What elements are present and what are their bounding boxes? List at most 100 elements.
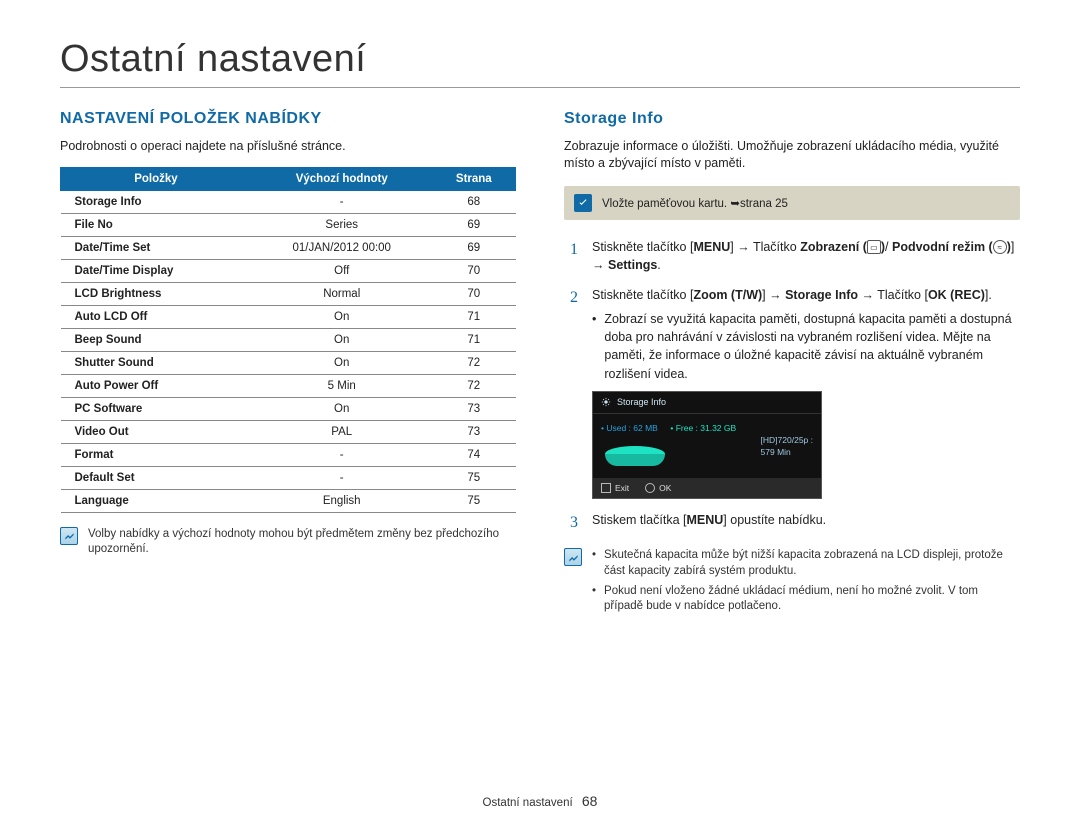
ok-key-icon	[645, 483, 655, 493]
cell-page: 69	[432, 236, 515, 259]
menu-key-icon	[601, 483, 611, 493]
t: Zoom (T/W)	[693, 288, 762, 302]
table-row: Date/Time Set01/JAN/2012 00:0069	[61, 236, 516, 259]
cell-default: -	[251, 443, 432, 466]
note-item: Pokud není vloženo žádné ukládací médium…	[592, 584, 1020, 615]
t: MENU	[686, 513, 723, 527]
t: → Tlačítko [	[858, 288, 928, 302]
cell-default: 01/JAN/2012 00:00	[251, 236, 432, 259]
cell-page: 75	[432, 489, 515, 512]
note-item: Skutečná kapacita může být nižší kapacit…	[592, 548, 1020, 579]
left-intro: Podrobnosti o operaci najdete na přísluš…	[60, 138, 516, 155]
check-icon	[574, 194, 592, 212]
table-row: Beep SoundOn71	[61, 328, 516, 351]
t: ] →	[762, 288, 785, 302]
gear-icon	[601, 397, 611, 407]
settings-table: Položky Výchozí hodnoty Strana Storage I…	[60, 167, 516, 513]
cell-page: 71	[432, 328, 515, 351]
right-column: Storage Info Zobrazuje informace o úloži…	[564, 110, 1020, 619]
insert-card-callout: Vložte paměťovou kartu. ➥strana 25	[564, 186, 1020, 220]
cell-item: PC Software	[61, 397, 252, 420]
page-title: Ostatní nastavení	[60, 38, 1020, 88]
cell-default: Series	[251, 213, 432, 236]
menu-items-heading: NASTAVENÍ POLOŽEK NABÍDKY	[60, 110, 516, 128]
table-row: Auto Power Off5 Min72	[61, 374, 516, 397]
cell-page: 71	[432, 305, 515, 328]
callout-text: Vložte paměťovou kartu. ➥strana 25	[602, 196, 788, 210]
storage-info-heading: Storage Info	[564, 110, 1020, 128]
cell-page: 70	[432, 282, 515, 305]
lcd-title: Storage Info	[617, 396, 666, 409]
cell-item: Beep Sound	[61, 328, 252, 351]
cell-item: Date/Time Set	[61, 236, 252, 259]
disk-icon	[605, 446, 665, 470]
t: ] opustíte nabídku.	[723, 513, 826, 527]
table-row: Video OutPAL73	[61, 420, 516, 443]
cell-default: On	[251, 351, 432, 374]
table-row: Default Set-75	[61, 466, 516, 489]
steps-list: Stiskněte tlačítko [MENU] → Tlačítko Zob…	[564, 238, 1020, 535]
table-row: Storage Info-68	[61, 190, 516, 213]
t: ].	[985, 288, 992, 302]
t: Exit	[615, 482, 629, 494]
cell-page: 74	[432, 443, 515, 466]
right-intro: Zobrazuje informace o úložišti. Umožňuje…	[564, 138, 1020, 172]
table-row: File NoSeries69	[61, 213, 516, 236]
cell-default: On	[251, 328, 432, 351]
underwater-icon: ≈	[993, 240, 1007, 254]
cell-item: Shutter Sound	[61, 351, 252, 374]
note-icon	[60, 527, 78, 545]
table-row: LCD BrightnessNormal70	[61, 282, 516, 305]
cell-default: On	[251, 397, 432, 420]
table-row: Shutter SoundOn72	[61, 351, 516, 374]
right-notes-list: Skutečná kapacita může být nižší kapacit…	[592, 548, 1020, 618]
two-column-layout: NASTAVENÍ POLOŽEK NABÍDKY Podrobnosti o …	[60, 110, 1020, 619]
t: Stiskněte tlačítko [	[592, 288, 693, 302]
step-3: Stiskem tlačítka [MENU] opustíte nabídku…	[564, 511, 1020, 534]
cell-item: Date/Time Display	[61, 259, 252, 282]
display-icon: ▭	[867, 240, 881, 254]
page-footer: Ostatní nastavení 68	[0, 793, 1080, 809]
cell-default: 5 Min	[251, 374, 432, 397]
lcd-res: [HD]720/25p :	[761, 434, 813, 446]
cell-default: PAL	[251, 420, 432, 443]
cell-default: -	[251, 190, 432, 213]
note-icon	[564, 548, 582, 566]
lcd-used: • Used : 62 MB	[601, 422, 658, 434]
cell-page: 72	[432, 351, 515, 374]
cell-page: 73	[432, 397, 515, 420]
t: OK	[659, 482, 671, 494]
th-default: Výchozí hodnoty	[251, 167, 432, 190]
t: Storage Info	[785, 288, 858, 302]
t: Zobrazení (	[800, 240, 867, 254]
th-item: Položky	[61, 167, 252, 190]
cell-page: 69	[432, 213, 515, 236]
footer-label: Ostatní nastavení	[483, 797, 573, 809]
cell-default: Off	[251, 259, 432, 282]
right-notes: Skutečná kapacita může být nižší kapacit…	[564, 548, 1020, 618]
menu-label: MENU	[693, 240, 730, 254]
cell-item: Language	[61, 489, 252, 512]
cell-item: LCD Brightness	[61, 282, 252, 305]
t: /	[885, 240, 888, 254]
cell-item: Format	[61, 443, 252, 466]
cell-page: 72	[432, 374, 515, 397]
cell-default: -	[251, 466, 432, 489]
th-page: Strana	[432, 167, 515, 190]
lcd-ok: OK	[645, 482, 671, 494]
table-row: PC SoftwareOn73	[61, 397, 516, 420]
table-row: Date/Time DisplayOff70	[61, 259, 516, 282]
cell-default: Normal	[251, 282, 432, 305]
t: Stiskem tlačítka [	[592, 513, 686, 527]
lcd-mock: Storage Info • Used : 62 MB • Free : 31.…	[592, 391, 822, 500]
cell-item: Storage Info	[61, 190, 252, 213]
cell-page: 68	[432, 190, 515, 213]
left-column: NASTAVENÍ POLOŽEK NABÍDKY Podrobnosti o …	[60, 110, 516, 619]
t: ] → Tlačítko	[730, 240, 800, 254]
left-note: Volby nabídky a výchozí hodnoty mohou bý…	[60, 527, 516, 558]
cell-item: Video Out	[61, 420, 252, 443]
table-row: Auto LCD OffOn71	[61, 305, 516, 328]
t: .	[657, 258, 660, 272]
t: Zobrazí se využitá kapacita paměti, dost…	[604, 310, 1020, 383]
lcd-title-bar: Storage Info	[593, 392, 821, 414]
